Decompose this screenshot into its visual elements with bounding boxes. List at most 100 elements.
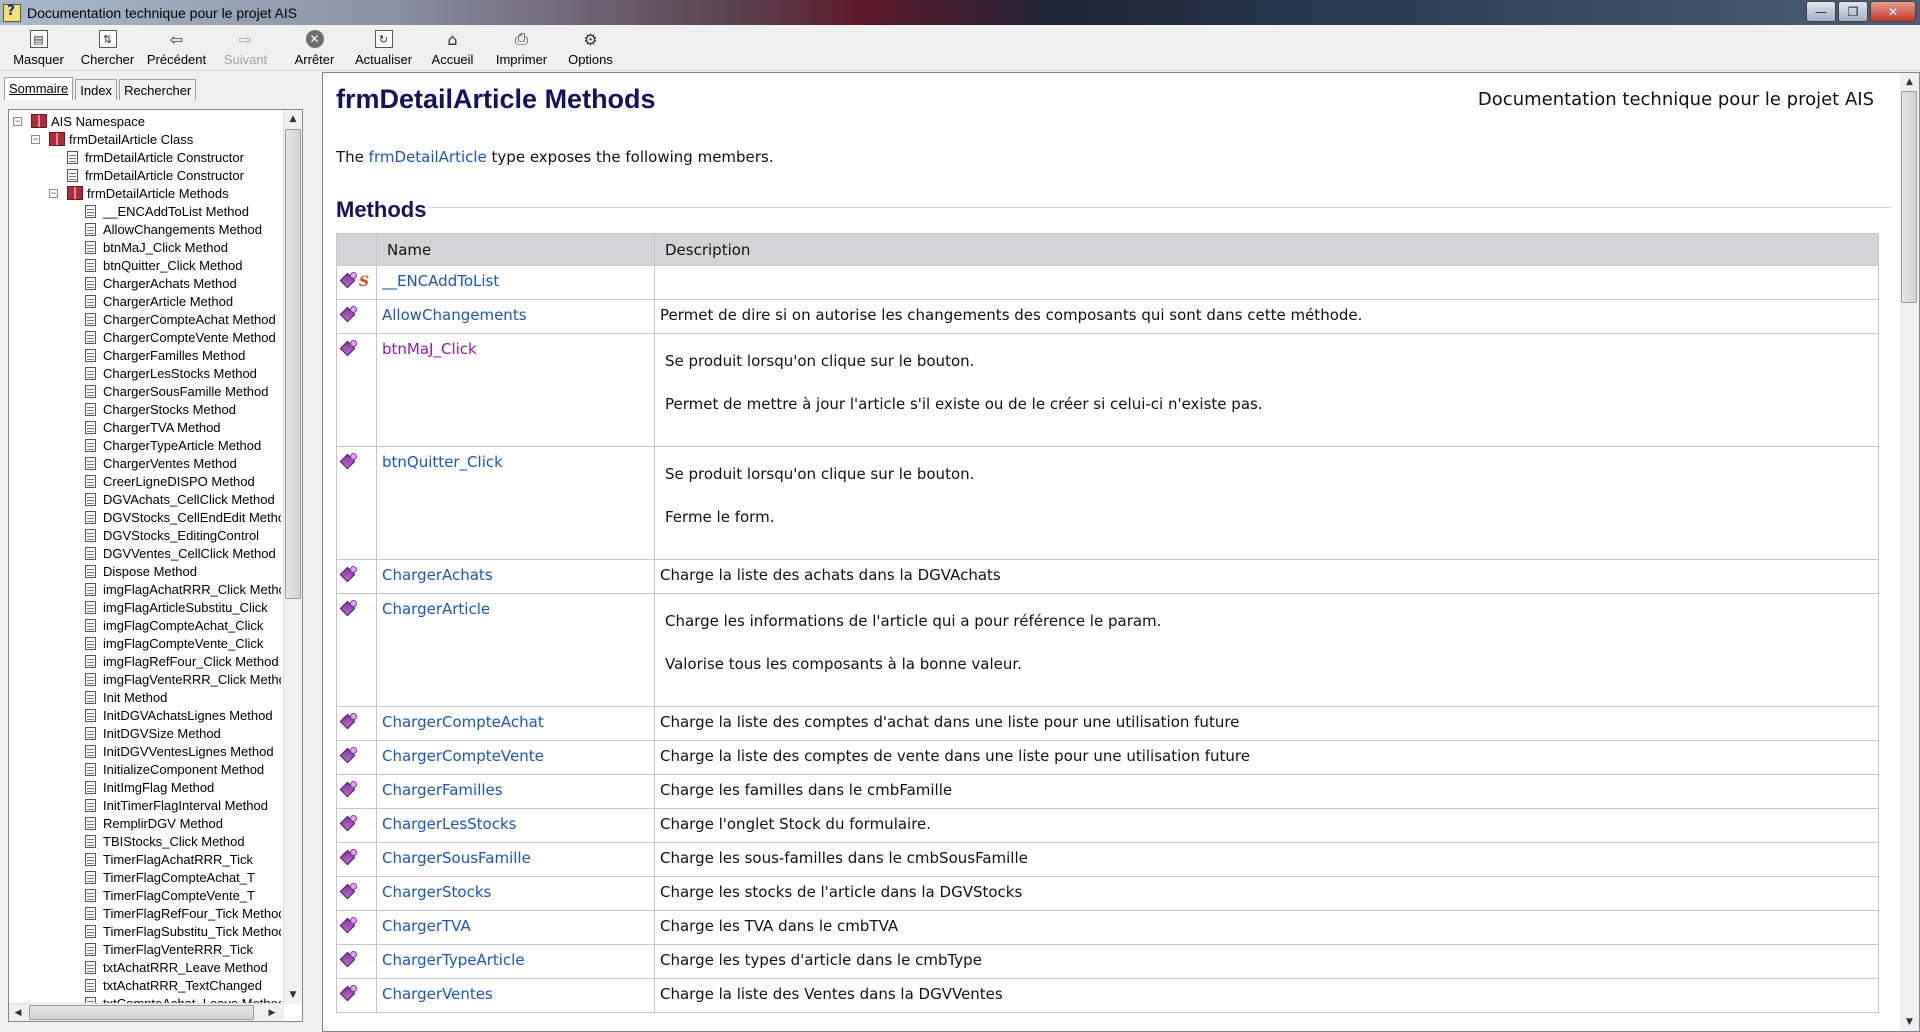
tree-item[interactable]: imgFlagVenteRRR_Click Method	[9, 670, 281, 688]
method-link[interactable]: ChargerLesStocks	[382, 815, 516, 833]
method-link[interactable]: __ENCAddToList	[382, 272, 499, 290]
tree-item[interactable]: ChargerFamilles Method	[9, 346, 281, 364]
tree-item[interactable]: ChargerArticle Method	[9, 292, 281, 310]
scroll-right-arrow-icon[interactable]: ▶	[263, 1004, 281, 1021]
tree-item[interactable]: − AIS Namespace	[9, 112, 281, 130]
tree-item[interactable]: txtAchatRRR_Leave Method	[9, 958, 281, 976]
scroll-down-arrow-icon[interactable]: ▼	[284, 986, 302, 1004]
content-scroll-thumb[interactable]	[1901, 91, 1917, 303]
tree-item[interactable]: ChargerStocks Method	[9, 400, 281, 418]
pane-splitter[interactable]	[312, 72, 322, 1032]
contents-tree[interactable]: − AIS Namespace − frmDetailArticle Class frm…	[8, 109, 303, 1022]
method-link[interactable]: ChargerFamilles	[382, 781, 503, 799]
toolbar-button-label: Suivant	[223, 52, 268, 67]
tab-sommaire[interactable]: Sommaire	[4, 77, 74, 100]
tree-item[interactable]: ChargerVentes Method	[9, 454, 281, 472]
tree-item[interactable]: imgFlagArticleSubstitu_Click	[9, 598, 281, 616]
tree-item[interactable]: TimerFlagAchatRRR_Tick	[9, 850, 281, 868]
tree-item[interactable]: InitializeComponent Method	[9, 760, 281, 778]
tree-item[interactable]: ChargerCompteVente Method	[9, 328, 281, 346]
method-link[interactable]: ChargerStocks	[382, 883, 491, 901]
suivant-button[interactable]: ⇨ Suivant	[211, 25, 280, 70]
tree-item[interactable]: TBIStocks_Click Method	[9, 832, 281, 850]
tree-item[interactable]: ChargerTVA Method	[9, 418, 281, 436]
imprimer-button[interactable]: ⎙ Imprimer	[487, 25, 556, 70]
tree-item[interactable]: − frmDetailArticle Methods	[9, 184, 281, 202]
tree-item[interactable]: TimerFlagRefFour_Tick Method	[9, 904, 281, 922]
method-link[interactable]: ChargerSousFamille	[382, 849, 531, 867]
tree-item[interactable]: TimerFlagSubstitu_Tick Method	[9, 922, 281, 940]
type-link[interactable]: frmDetailArticle	[369, 148, 487, 166]
method-link[interactable]: ChargerCompteAchat	[382, 713, 544, 731]
tree-item[interactable]: InitDGVSize Method	[9, 724, 281, 742]
method-link[interactable]: btnQuitter_Click	[382, 453, 503, 471]
tree-item[interactable]: InitDGVAchatsLignes Method	[9, 706, 281, 724]
tree-item[interactable]: InitTimerFlagInterval Method	[9, 796, 281, 814]
tab-index[interactable]: Index	[75, 79, 118, 100]
precedent-button[interactable]: ⇦ Précédent	[142, 25, 211, 70]
maximize-button[interactable]: ❐	[1838, 1, 1868, 22]
tree-item[interactable]: btnMaJ_Click Method	[9, 238, 281, 256]
tree-item[interactable]: ChargerLesStocks Method	[9, 364, 281, 382]
arreter-button[interactable]: ✕ Arrêter	[280, 25, 349, 70]
tree-item[interactable]: imgFlagCompteVente_Click	[9, 634, 281, 652]
accueil-button[interactable]: ⌂ Accueil	[418, 25, 487, 70]
tree-item[interactable]: TimerFlagCompteAchat_T	[9, 868, 281, 886]
scroll-up-arrow-icon[interactable]: ▲	[284, 110, 302, 128]
tree-item[interactable]: − frmDetailArticle Class	[9, 130, 281, 148]
method-link[interactable]: ChargerTypeArticle	[382, 951, 525, 969]
scroll-down-arrow-icon[interactable]: ▼	[1900, 1013, 1919, 1031]
method-link[interactable]: ChargerArticle	[382, 600, 490, 618]
tree-item[interactable]: ChargerSousFamille Method	[9, 382, 281, 400]
tree-item[interactable]: ChargerTypeArticle Method	[9, 436, 281, 454]
tab-rechercher[interactable]: Rechercher	[119, 79, 197, 100]
method-link[interactable]: ChargerVentes	[382, 985, 493, 1003]
tree-item[interactable]: imgFlagCompteAchat_Click	[9, 616, 281, 634]
tree-item[interactable]: InitImgFlag Method	[9, 778, 281, 796]
scroll-thumb-horizontal[interactable]	[29, 1005, 254, 1020]
tree-item[interactable]: btnQuitter_Click Method	[9, 256, 281, 274]
tree-item[interactable]: txtAchatRRR_TextChanged	[9, 976, 281, 994]
tree-item[interactable]: frmDetailArticle Constructor	[9, 166, 281, 184]
chercher-button[interactable]: ⇅ Chercher	[73, 25, 142, 70]
tree-item[interactable]: DGVStocks_CellEndEdit Method	[9, 508, 281, 526]
tree-item[interactable]: frmDetailArticle Constructor	[9, 148, 281, 166]
tree-item[interactable]: DGVVentes_CellClick Method	[9, 544, 281, 562]
tree-item[interactable]: Init Method	[9, 688, 281, 706]
collapse-toggle-icon[interactable]: −	[31, 134, 40, 144]
tree-vertical-scrollbar[interactable]: ▲ ▼	[283, 110, 302, 1004]
tree-item[interactable]: ChargerAchats Method	[9, 274, 281, 292]
masquer-button[interactable]: ▤ Masquer	[4, 25, 73, 70]
close-button[interactable]: ✕	[1870, 1, 1916, 22]
tree-item[interactable]: TimerFlagVenteRRR_Tick	[9, 940, 281, 958]
member-name-cell: ChargerCompteAchat	[376, 706, 655, 741]
options-button[interactable]: ⚙ Options	[556, 25, 625, 70]
collapse-toggle-icon[interactable]: −	[49, 188, 58, 198]
tree-item[interactable]: Dispose Method	[9, 562, 281, 580]
minimize-button[interactable]: —	[1806, 1, 1836, 22]
tree-item[interactable]: InitDGVVentesLignes Method	[9, 742, 281, 760]
tree-item[interactable]: imgFlagAchatRRR_Click Method	[9, 580, 281, 598]
actualiser-button[interactable]: ↻ Actualiser	[349, 25, 418, 70]
tree-item[interactable]: ChargerCompteAchat Method	[9, 310, 281, 328]
tree-item[interactable]: RemplirDGV Method	[9, 814, 281, 832]
collapse-toggle-icon[interactable]: −	[13, 116, 22, 126]
content-vertical-scrollbar[interactable]: ▲ ▼	[1900, 73, 1919, 1031]
tree-horizontal-scrollbar[interactable]: ◀ ▶	[9, 1003, 284, 1021]
tree-item[interactable]: CreerLigneDISPO Method	[9, 472, 281, 490]
tree-item[interactable]: DGVStocks_EditingControl	[9, 526, 281, 544]
scroll-left-arrow-icon[interactable]: ◀	[9, 1004, 27, 1021]
tree-item[interactable]: TimerFlagCompteVente_T	[9, 886, 281, 904]
tree-item[interactable]: DGVAchats_CellClick Method	[9, 490, 281, 508]
tree-item[interactable]: __ENCAddToList Method	[9, 202, 281, 220]
method-link[interactable]: btnMaJ_Click	[382, 340, 477, 358]
page-icon	[85, 726, 96, 740]
tree-item[interactable]: AllowChangements Method	[9, 220, 281, 238]
method-link[interactable]: AllowChangements	[382, 306, 527, 324]
scroll-up-arrow-icon[interactable]: ▲	[1900, 73, 1919, 91]
method-link[interactable]: ChargerTVA	[382, 917, 471, 935]
scroll-thumb[interactable]	[285, 129, 301, 599]
method-link[interactable]: ChargerAchats	[382, 566, 493, 584]
tree-item[interactable]: imgFlagRefFour_Click Method	[9, 652, 281, 670]
method-link[interactable]: ChargerCompteVente	[382, 747, 544, 765]
